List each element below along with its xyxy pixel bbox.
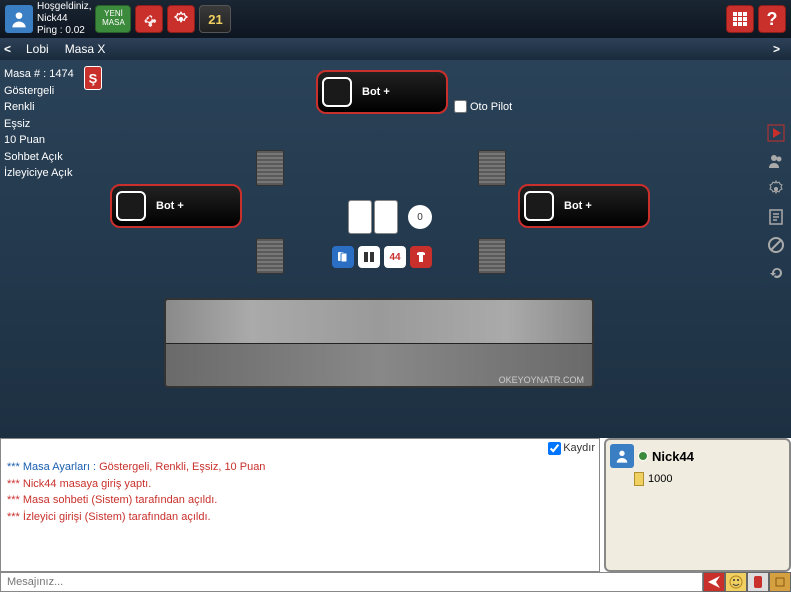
hand-icon[interactable] [358,246,380,268]
sticker-button[interactable] [747,572,769,592]
nav-lobby[interactable]: Lobi [26,42,49,56]
score-icon[interactable]: 44 [384,246,406,268]
seat-top[interactable]: Bot + [316,70,448,114]
settings-gear-icon[interactable] [135,5,163,33]
discard-pile-icon[interactable] [478,150,506,186]
undo-icon[interactable] [765,262,787,284]
extra-button[interactable] [769,572,791,592]
player-list: Nick44 1000 [604,438,791,572]
chat-input[interactable] [0,572,703,592]
chat-panel: Kaydır *** Masa Ayarları : Göstergeli, R… [0,438,600,572]
send-button[interactable] [703,572,725,592]
tile-counter: 0 [408,205,432,229]
play-icon[interactable] [765,122,787,144]
block-icon[interactable] [765,234,787,256]
seat-avatar-box [322,77,352,107]
seat-label: Bot + [564,200,592,212]
cards-icon[interactable] [332,246,354,268]
nav-forward-button[interactable]: > [773,42,787,56]
autopilot-toggle[interactable]: Oto Pilot [454,100,512,113]
nav-back-button[interactable]: < [4,42,18,56]
grid-icon[interactable] [726,5,754,33]
welcome-text: Hoşgeldiniz, Nick44 Ping : 0.02 [37,1,91,37]
player-points: 1000 [634,472,789,486]
player-name: Nick44 [652,449,694,464]
seat-avatar-box [524,191,554,221]
shirt-icon[interactable] [410,246,432,268]
indicator-tile: Ş [84,66,102,90]
chip-icon [634,472,644,486]
nav-table[interactable]: Masa X [65,42,106,56]
table-info: Masa # : 1474 Göstergeli Renkli Eşsiz 10… [4,66,74,182]
emoji-button[interactable] [725,572,747,592]
player-rack[interactable]: OKEYOYNATR.COM [164,298,594,388]
player-avatar-icon [610,444,634,468]
user-avatar-icon[interactable] [5,5,33,33]
seat-label: Bot + [362,86,390,98]
chat-input-bar [0,572,791,592]
center-tiles: 0 [348,200,432,234]
rack-row-bottom[interactable]: OKEYOYNATR.COM [166,344,592,388]
note-icon[interactable] [765,206,787,228]
options-gear-icon[interactable] [167,5,195,33]
counter-badge[interactable]: 21 [199,5,231,33]
top-bar: Hoşgeldiniz, Nick44 Ping : 0.02 YENİ MAS… [0,0,791,38]
player-row[interactable]: Nick44 [606,440,789,472]
discard-pile-icon[interactable] [478,238,506,274]
chat-log: *** Masa Ayarları : Göstergeli, Renkli, … [1,457,599,527]
discard-pile-icon[interactable] [256,238,284,274]
game-area: Masa # : 1474 Göstergeli Renkli Eşsiz 10… [0,60,791,438]
seat-left[interactable]: Bot + [110,184,242,228]
seat-avatar-box [116,191,146,221]
sidebar [765,122,789,284]
chat-scroll-toggle[interactable]: Kaydır [1,439,599,457]
status-online-icon [638,451,648,461]
discard-pile-icon[interactable] [256,150,284,186]
new-table-button[interactable]: YENİ MASA [95,5,131,33]
scroll-checkbox[interactable] [548,442,561,455]
autopilot-checkbox[interactable] [454,100,467,113]
gear-icon[interactable] [765,178,787,200]
draw-tile[interactable] [348,200,372,234]
watermark: OKEYOYNATR.COM [499,375,584,385]
seat-right[interactable]: Bot + [518,184,650,228]
help-icon[interactable]: ? [758,5,786,33]
game-icons: 44 [332,246,432,268]
users-icon[interactable] [765,150,787,172]
seat-label: Bot + [156,200,184,212]
nav-bar: < Lobi Masa X > [0,38,791,60]
draw-tile[interactable] [374,200,398,234]
rack-row-top[interactable] [166,300,592,344]
